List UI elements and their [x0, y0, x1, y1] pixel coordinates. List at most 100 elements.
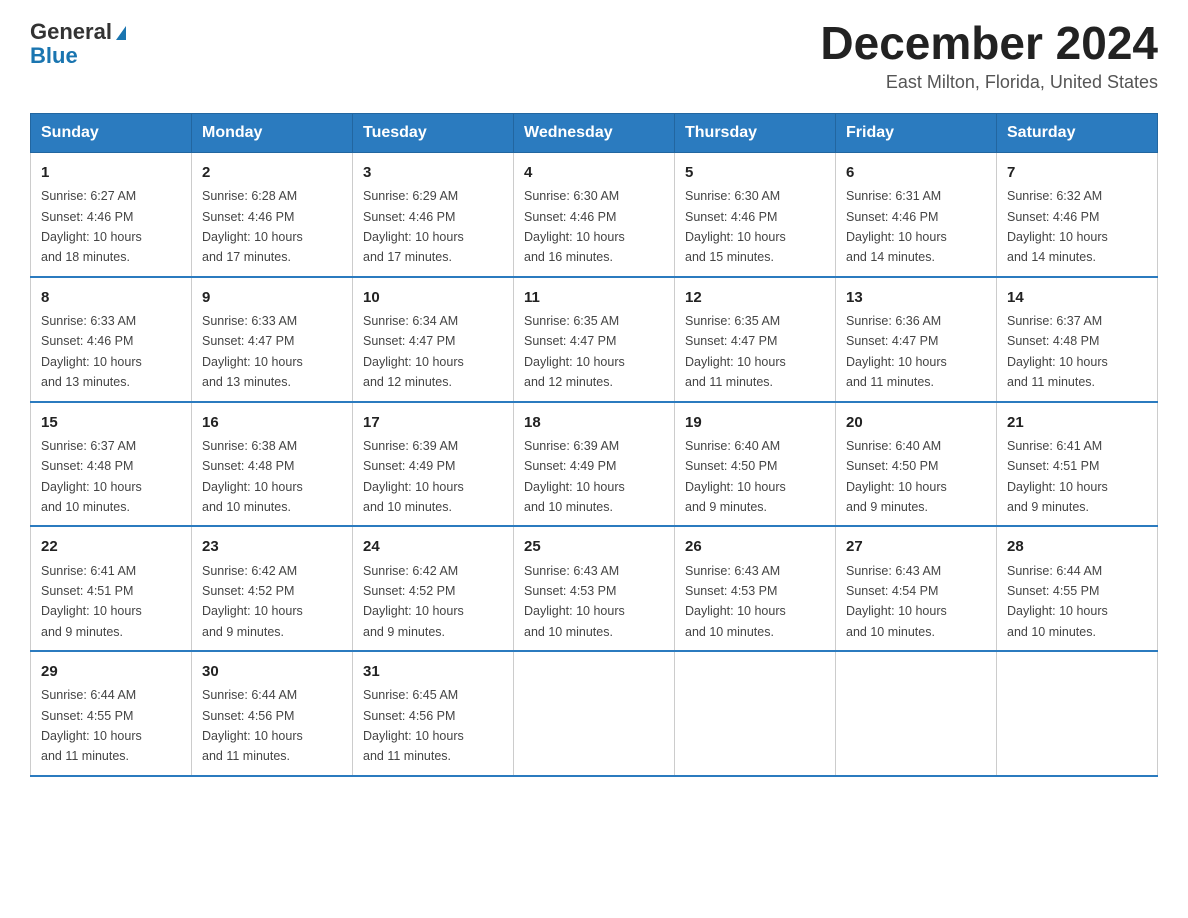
day-info: Sunrise: 6:43 AMSunset: 4:54 PMDaylight:…	[846, 564, 947, 639]
day-of-week-header: Friday	[836, 114, 997, 153]
day-info: Sunrise: 6:29 AMSunset: 4:46 PMDaylight:…	[363, 189, 464, 264]
calendar-day-cell: 23 Sunrise: 6:42 AMSunset: 4:52 PMDayligh…	[192, 526, 353, 651]
day-info: Sunrise: 6:41 AMSunset: 4:51 PMDaylight:…	[41, 564, 142, 639]
day-of-week-header: Monday	[192, 114, 353, 153]
calendar-day-cell: 9Sunrise: 6:33 AMSunset: 4:47 PMDaylight…	[192, 277, 353, 402]
calendar-day-cell: 20Sunrise: 6:40 AMSunset: 4:50 PMDayligh…	[836, 402, 997, 527]
calendar-day-cell	[514, 651, 675, 776]
day-number: 17	[363, 411, 503, 434]
day-info: Sunrise: 6:44 AMSunset: 4:55 PMDaylight:…	[41, 688, 142, 763]
day-number: 2	[202, 161, 342, 184]
day-number: 24	[363, 535, 503, 558]
day-info: Sunrise: 6:35 AMSunset: 4:47 PMDaylight:…	[685, 314, 786, 389]
day-info: Sunrise: 6:37 AMSunset: 4:48 PMDaylight:…	[1007, 314, 1108, 389]
day-number: 28	[1007, 535, 1147, 558]
day-info: Sunrise: 6:35 AMSunset: 4:47 PMDaylight:…	[524, 314, 625, 389]
day-number: 9	[202, 286, 342, 309]
day-number: 27	[846, 535, 986, 558]
calendar-day-cell: 30Sunrise: 6:44 AMSunset: 4:56 PMDayligh…	[192, 651, 353, 776]
logo-blue-text: Blue	[30, 44, 126, 68]
calendar-day-cell	[675, 651, 836, 776]
header-row: SundayMondayTuesdayWednesdayThursdayFrid…	[31, 114, 1158, 153]
calendar-day-cell: 14 Sunrise: 6:37 AMSunset: 4:48 PMDayligh…	[997, 277, 1158, 402]
calendar-day-cell: 11 Sunrise: 6:35 AMSunset: 4:47 PMDayligh…	[514, 277, 675, 402]
logo-general-text: General	[30, 19, 112, 44]
calendar-header: SundayMondayTuesdayWednesdayThursdayFrid…	[31, 114, 1158, 153]
day-number: 11	[524, 286, 664, 309]
day-of-week-header: Sunday	[31, 114, 192, 153]
day-number: 8	[41, 286, 181, 309]
calendar-day-cell: 26 Sunrise: 6:43 AMSunset: 4:53 PMDayligh…	[675, 526, 836, 651]
calendar-week-row: 1 Sunrise: 6:27 AMSunset: 4:46 PMDaylight…	[31, 153, 1158, 277]
day-number: 1	[41, 161, 181, 184]
day-number: 3	[363, 161, 503, 184]
calendar-day-cell: 1 Sunrise: 6:27 AMSunset: 4:46 PMDaylight…	[31, 153, 192, 277]
logo: General Blue	[30, 20, 126, 68]
day-info: Sunrise: 6:33 AMSunset: 4:46 PMDaylight:…	[41, 314, 142, 389]
day-number: 22	[41, 535, 181, 558]
day-of-week-header: Tuesday	[353, 114, 514, 153]
day-number: 12	[685, 286, 825, 309]
calendar-day-cell: 21 Sunrise: 6:41 AMSunset: 4:51 PMDayligh…	[997, 402, 1158, 527]
day-info: Sunrise: 6:42 AMSunset: 4:52 PMDaylight:…	[202, 564, 303, 639]
day-number: 16	[202, 411, 342, 434]
day-info: Sunrise: 6:45 AMSunset: 4:56 PMDaylight:…	[363, 688, 464, 763]
day-of-week-header: Thursday	[675, 114, 836, 153]
day-info: Sunrise: 6:36 AMSunset: 4:47 PMDaylight:…	[846, 314, 947, 389]
day-number: 21	[1007, 411, 1147, 434]
calendar-day-cell: 31 Sunrise: 6:45 AMSunset: 4:56 PMDayligh…	[353, 651, 514, 776]
day-number: 4	[524, 161, 664, 184]
calendar-day-cell: 18 Sunrise: 6:39 AMSunset: 4:49 PMDayligh…	[514, 402, 675, 527]
day-info: Sunrise: 6:28 AMSunset: 4:46 PMDaylight:…	[202, 189, 303, 264]
calendar-day-cell: 25 Sunrise: 6:43 AMSunset: 4:53 PMDayligh…	[514, 526, 675, 651]
day-number: 25	[524, 535, 664, 558]
day-of-week-header: Saturday	[997, 114, 1158, 153]
day-number: 29	[41, 660, 181, 683]
day-info: Sunrise: 6:37 AMSunset: 4:48 PMDaylight:…	[41, 439, 142, 514]
calendar-day-cell: 5Sunrise: 6:30 AMSunset: 4:46 PMDaylight…	[675, 153, 836, 277]
day-number: 23	[202, 535, 342, 558]
day-info: Sunrise: 6:30 AMSunset: 4:46 PMDaylight:…	[524, 189, 625, 264]
day-info: Sunrise: 6:32 AMSunset: 4:46 PMDaylight:…	[1007, 189, 1108, 264]
day-info: Sunrise: 6:39 AMSunset: 4:49 PMDaylight:…	[363, 439, 464, 514]
day-number: 26	[685, 535, 825, 558]
day-info: Sunrise: 6:38 AMSunset: 4:48 PMDaylight:…	[202, 439, 303, 514]
day-info: Sunrise: 6:30 AMSunset: 4:46 PMDaylight:…	[685, 189, 786, 264]
day-number: 13	[846, 286, 986, 309]
calendar-table: SundayMondayTuesdayWednesdayThursdayFrid…	[30, 113, 1158, 777]
day-number: 20	[846, 411, 986, 434]
calendar-week-row: 8 Sunrise: 6:33 AMSunset: 4:46 PMDaylight…	[31, 277, 1158, 402]
logo-triangle-icon	[116, 26, 126, 40]
calendar-day-cell: 29 Sunrise: 6:44 AMSunset: 4:55 PMDayligh…	[31, 651, 192, 776]
page-header: General Blue December 2024 East Milton, …	[30, 20, 1158, 93]
calendar-day-cell	[997, 651, 1158, 776]
calendar-week-row: 29 Sunrise: 6:44 AMSunset: 4:55 PMDayligh…	[31, 651, 1158, 776]
calendar-day-cell: 7Sunrise: 6:32 AMSunset: 4:46 PMDaylight…	[997, 153, 1158, 277]
day-info: Sunrise: 6:44 AMSunset: 4:55 PMDaylight:…	[1007, 564, 1108, 639]
day-info: Sunrise: 6:39 AMSunset: 4:49 PMDaylight:…	[524, 439, 625, 514]
calendar-day-cell: 22 Sunrise: 6:41 AMSunset: 4:51 PMDayligh…	[31, 526, 192, 651]
day-number: 30	[202, 660, 342, 683]
day-number: 14	[1007, 286, 1147, 309]
calendar-day-cell: 6Sunrise: 6:31 AMSunset: 4:46 PMDaylight…	[836, 153, 997, 277]
day-info: Sunrise: 6:27 AMSunset: 4:46 PMDaylight:…	[41, 189, 142, 264]
day-info: Sunrise: 6:43 AMSunset: 4:53 PMDaylight:…	[685, 564, 786, 639]
calendar-day-cell: 27 Sunrise: 6:43 AMSunset: 4:54 PMDayligh…	[836, 526, 997, 651]
day-number: 31	[363, 660, 503, 683]
calendar-day-cell: 3 Sunrise: 6:29 AMSunset: 4:46 PMDaylight…	[353, 153, 514, 277]
calendar-day-cell: 19Sunrise: 6:40 AMSunset: 4:50 PMDayligh…	[675, 402, 836, 527]
location-subtitle: East Milton, Florida, United States	[820, 72, 1158, 93]
calendar-day-cell: 2 Sunrise: 6:28 AMSunset: 4:46 PMDaylight…	[192, 153, 353, 277]
day-number: 15	[41, 411, 181, 434]
calendar-day-cell: 17 Sunrise: 6:39 AMSunset: 4:49 PMDayligh…	[353, 402, 514, 527]
day-number: 18	[524, 411, 664, 434]
month-title: December 2024	[820, 20, 1158, 66]
day-number: 19	[685, 411, 825, 434]
day-info: Sunrise: 6:43 AMSunset: 4:53 PMDaylight:…	[524, 564, 625, 639]
calendar-day-cell: 16 Sunrise: 6:38 AMSunset: 4:48 PMDayligh…	[192, 402, 353, 527]
day-info: Sunrise: 6:41 AMSunset: 4:51 PMDaylight:…	[1007, 439, 1108, 514]
calendar-day-cell: 12 Sunrise: 6:35 AMSunset: 4:47 PMDayligh…	[675, 277, 836, 402]
calendar-day-cell	[836, 651, 997, 776]
calendar-day-cell: 24Sunrise: 6:42 AMSunset: 4:52 PMDayligh…	[353, 526, 514, 651]
calendar-day-cell: 13 Sunrise: 6:36 AMSunset: 4:47 PMDayligh…	[836, 277, 997, 402]
